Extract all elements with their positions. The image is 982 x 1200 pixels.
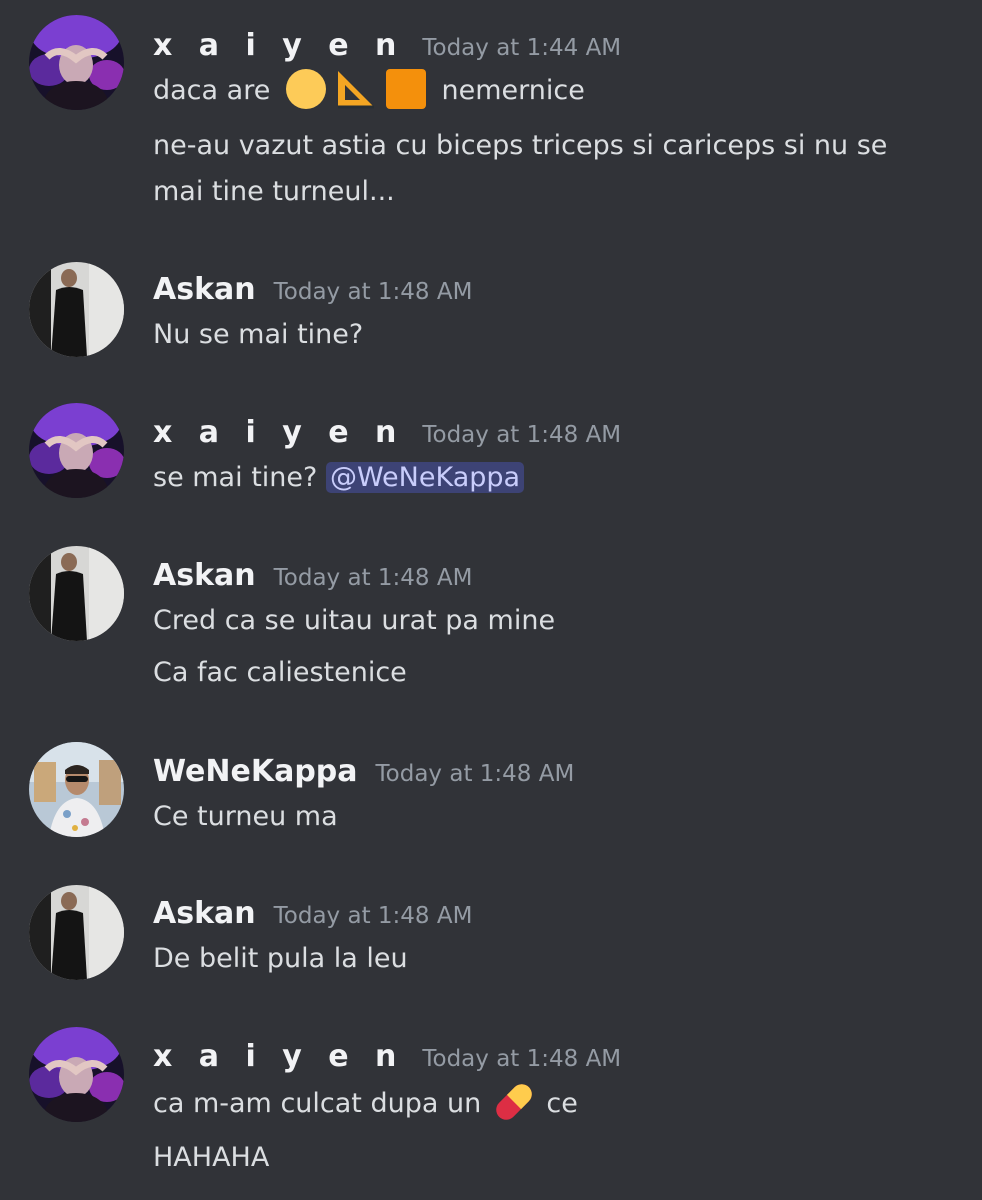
timestamp[interactable]: Today at 1:48 AM xyxy=(274,272,473,312)
username[interactable]: x a i y e n xyxy=(153,413,404,453)
avatar[interactable] xyxy=(29,15,124,110)
timestamp[interactable]: Today at 1:44 AM xyxy=(422,28,621,68)
avatar[interactable] xyxy=(29,1027,124,1122)
message-text: daca are nemernice xyxy=(153,68,585,114)
avatar[interactable] xyxy=(29,885,124,980)
username[interactable]: x a i y e n xyxy=(153,26,404,66)
message-text: se mai tine? @WeNeKappa xyxy=(153,455,525,501)
timestamp[interactable]: Today at 1:48 AM xyxy=(274,558,473,598)
message-text: Nu se mai tine? xyxy=(153,319,364,350)
message-text: ne-au vazut astia cu biceps triceps si c… xyxy=(153,130,888,161)
orange-square-icon[interactable] xyxy=(384,67,428,111)
avatar[interactable] xyxy=(29,403,124,498)
pill-icon[interactable] xyxy=(492,1080,536,1124)
avatar[interactable] xyxy=(29,742,124,837)
message-text: mai tine turneul... xyxy=(153,176,395,207)
timestamp[interactable]: Today at 1:48 AM xyxy=(274,896,473,936)
timestamp[interactable]: Today at 1:48 AM xyxy=(376,754,575,794)
avatar[interactable] xyxy=(29,546,124,641)
user-mention[interactable]: @WeNeKappa xyxy=(325,462,525,493)
message-text: De belit pula la leu xyxy=(153,943,408,974)
message-text: HAHAHA xyxy=(153,1142,270,1173)
yellow-circle-icon[interactable] xyxy=(284,67,328,111)
message-text: Cred ca se uitau urat pa mine xyxy=(153,605,556,636)
timestamp[interactable]: Today at 1:48 AM xyxy=(422,415,621,455)
message-text: Ce turneu ma xyxy=(153,801,338,832)
username[interactable]: Askan xyxy=(153,556,256,596)
username[interactable]: Askan xyxy=(153,270,256,310)
username[interactable]: x a i y e n xyxy=(153,1037,404,1077)
timestamp[interactable]: Today at 1:48 AM xyxy=(422,1039,621,1079)
message-text: Ca fac caliestenice xyxy=(153,657,407,688)
username[interactable]: WeNeKappa xyxy=(153,752,358,792)
username[interactable]: Askan xyxy=(153,894,256,934)
triangular-ruler-icon[interactable] xyxy=(334,67,378,111)
message-text: ca m-am culcat dupa un ce xyxy=(153,1081,578,1127)
avatar[interactable] xyxy=(29,262,124,357)
